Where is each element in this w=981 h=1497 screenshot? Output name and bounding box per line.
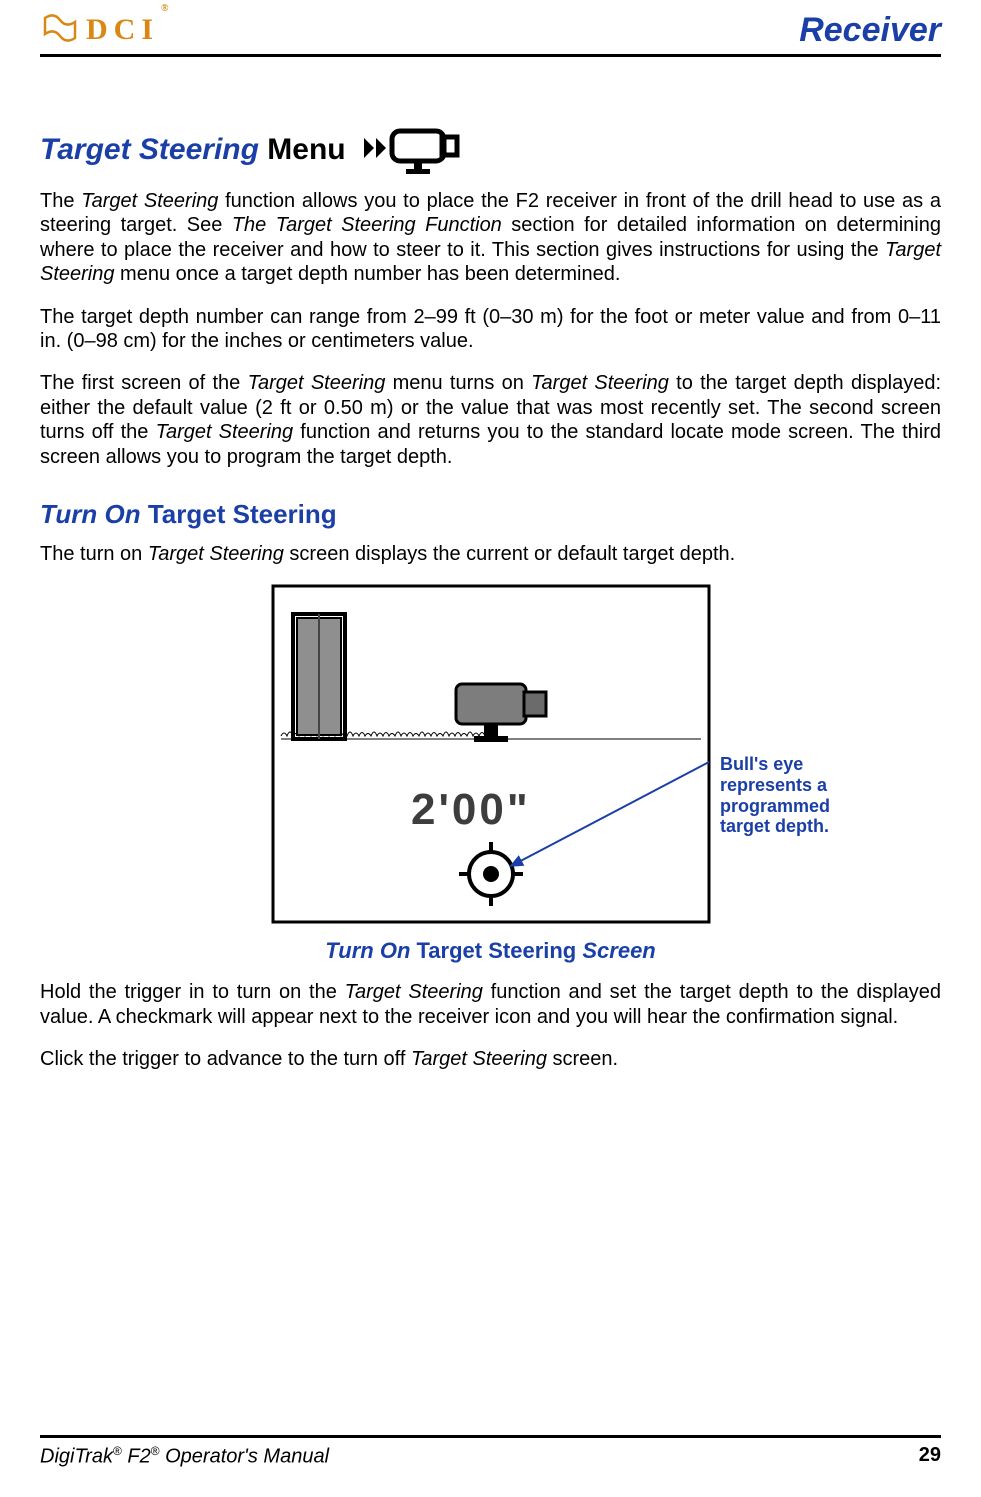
figure-turn-on-screen: 2'00" Bull's eye repres <box>40 584 941 924</box>
logo-text: DCI <box>86 13 159 47</box>
paragraph-screens: The first screen of the Target Steering … <box>40 371 941 469</box>
page-number: 29 <box>919 1444 941 1469</box>
figure-caption: Turn On Target Steering Screen <box>40 938 941 964</box>
footer-product: DigiTrak® F2® Operator's Manual <box>40 1444 329 1469</box>
dci-logo: DCI® <box>40 10 173 50</box>
screen-illustration: 2'00" <box>271 584 711 924</box>
logo-icon <box>40 10 80 50</box>
figure-annotation: Bull's eye represents a programmed targe… <box>720 754 880 837</box>
registered-mark: ® <box>113 1444 122 1458</box>
heading-plain: Menu <box>259 133 346 166</box>
registered-mark: ® <box>161 3 168 14</box>
registered-mark: ® <box>151 1444 160 1458</box>
paragraph-click-trigger: Click the trigger to advance to the turn… <box>40 1047 941 1071</box>
paragraph-turn-on-desc: The turn on Target Steering screen displ… <box>40 542 941 566</box>
paragraph-range: The target depth number can range from 2… <box>40 305 941 354</box>
target-steering-menu-icon <box>362 125 462 175</box>
page-content: Target Steering Menu The Target Steering… <box>40 57 941 1435</box>
paragraph-hold-trigger: Hold the trigger in to turn on the Targe… <box>40 980 941 1029</box>
heading-turn-on: Turn On Target Steering <box>40 499 941 530</box>
paragraph-intro: The Target Steering function allows you … <box>40 189 941 287</box>
section-title: Receiver <box>799 11 941 50</box>
page-header: DCI® Receiver <box>40 10 941 57</box>
page-footer: DigiTrak® F2® Operator's Manual 29 <box>40 1435 941 1469</box>
heading-italic: Target Steering <box>40 133 259 166</box>
depth-value: 2'00" <box>411 785 531 834</box>
heading-target-steering-menu: Target Steering Menu <box>40 125 941 175</box>
